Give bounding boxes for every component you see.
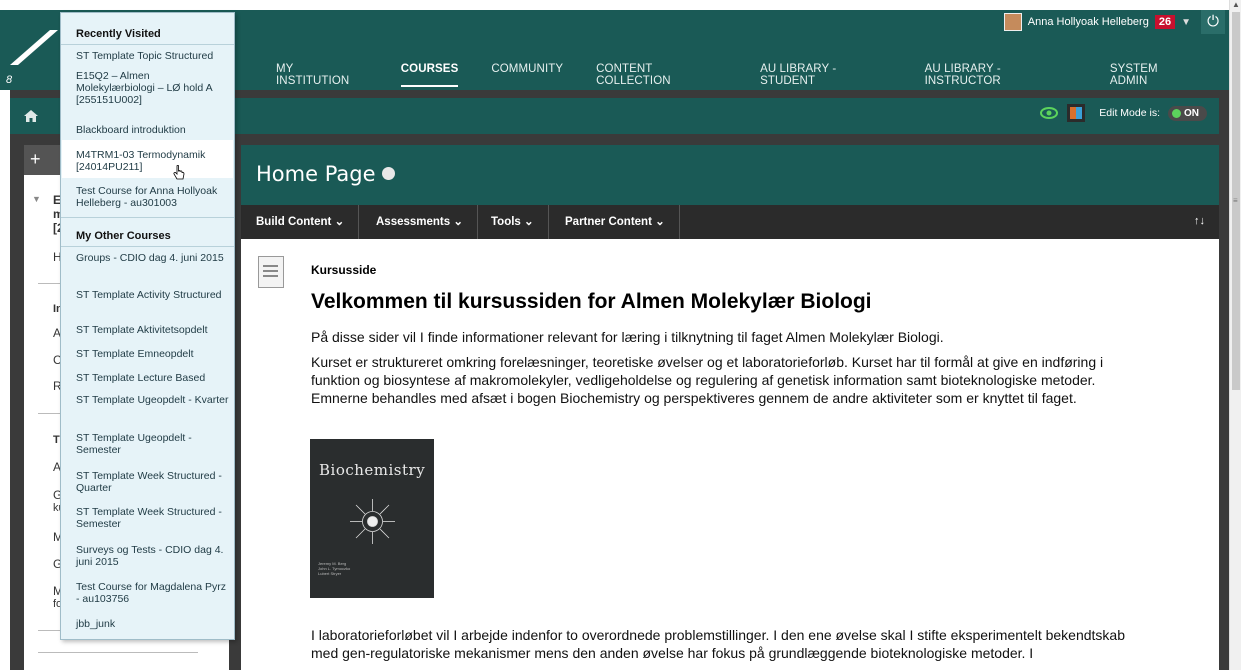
scrollbar-grip-icon: ≡ bbox=[1233, 196, 1238, 205]
dropdown-course-item[interactable]: Groups - CDIO dag 4. juni 2015 bbox=[76, 252, 231, 264]
dropdown-course-item[interactable]: ST Template Emneopdelt bbox=[76, 348, 231, 360]
partner-content-label: Partner Content bbox=[565, 216, 652, 228]
book-author: Lubert Stryer bbox=[318, 571, 342, 576]
chevron-down-icon: ⌄ bbox=[334, 216, 345, 228]
content-area: Kursusside Velkommen til kursussiden for… bbox=[241, 239, 1219, 670]
chevron-down-icon[interactable]: ▼ bbox=[1181, 17, 1191, 28]
logo-mark-icon: 8 bbox=[6, 74, 13, 86]
recently-visited-heading: Recently Visited bbox=[76, 28, 161, 40]
book-cover-image: Biochemistry Jeremy M. Berg John L. Tymo… bbox=[310, 439, 434, 598]
page-options-chevron-icon[interactable] bbox=[381, 166, 395, 180]
edit-mode-toggle[interactable]: ON bbox=[1168, 105, 1207, 121]
dropdown-course-item[interactable]: Blackboard introduktion bbox=[76, 124, 231, 136]
menu-divider bbox=[61, 246, 234, 247]
home-icon[interactable] bbox=[24, 110, 38, 122]
sort-icon[interactable]: ↑↓ bbox=[1194, 215, 1205, 227]
collapse-triangle-icon[interactable]: ▼ bbox=[32, 194, 41, 204]
dropdown-course-item[interactable]: jbb_junk bbox=[76, 618, 231, 630]
lab-paragraph-line: I laboratorieforløbet vil I arbejde inde… bbox=[311, 627, 1125, 643]
nav-tab-content-collection[interactable]: CONTENT COLLECTION bbox=[596, 63, 727, 87]
palette-icon[interactable] bbox=[1067, 104, 1086, 122]
menu-divider bbox=[61, 217, 234, 218]
menu-divider bbox=[38, 652, 198, 653]
content-item-title[interactable]: Kursusside bbox=[311, 263, 376, 277]
dropdown-course-item[interactable]: E15Q2 – Almen Molekylærbiologi – LØ hold… bbox=[76, 70, 231, 106]
course-description-line: Kurset er struktureret omkring forelæsni… bbox=[311, 354, 1104, 370]
assessments-button[interactable]: Assessments ⌄ bbox=[376, 205, 478, 239]
courses-dropdown-menu: Recently Visited ST Template Topic Struc… bbox=[60, 12, 235, 640]
chevron-down-icon: ⌄ bbox=[453, 216, 463, 228]
build-content-label: Build Content bbox=[256, 216, 332, 228]
logout-power-icon[interactable]: ⏻ bbox=[1201, 10, 1225, 34]
course-description-line: Emnerne behandles med afsæt i bogen Bioc… bbox=[311, 390, 1077, 406]
assessments-label: Assessments bbox=[376, 216, 451, 228]
welcome-heading: Velkommen til kursussiden for Almen Mole… bbox=[311, 290, 872, 313]
lab-paragraph-line: med gen-regulatoriske mekanismer mens de… bbox=[311, 645, 1034, 661]
build-content-button[interactable]: Build Content ⌄ bbox=[256, 205, 360, 239]
book-title: Biochemistry bbox=[319, 461, 426, 479]
dropdown-course-item[interactable]: ST Template Week Structured - Quarter bbox=[76, 470, 231, 494]
notification-badge[interactable]: 26 bbox=[1154, 15, 1176, 29]
tools-label: Tools bbox=[491, 216, 521, 228]
tools-button[interactable]: Tools ⌄ bbox=[491, 205, 549, 239]
nav-tab-system-admin[interactable]: SYSTEM ADMIN bbox=[1110, 63, 1196, 87]
nav-tab-au-library-student[interactable]: AU LIBRARY - STUDENT bbox=[760, 63, 892, 87]
dropdown-course-item[interactable]: Surveys og Tests - CDIO dag 4. juni 2015 bbox=[76, 544, 231, 568]
nav-tab-au-library-instructor[interactable]: AU LIBRARY - INSTRUCTOR bbox=[925, 63, 1077, 87]
dropdown-course-item[interactable]: Test Course for Anna Hollyoak Helleberg … bbox=[76, 185, 231, 209]
scroll-up-arrow-icon[interactable]: ▲ bbox=[1232, 0, 1240, 9]
student-preview-eye-icon[interactable] bbox=[1039, 105, 1059, 121]
user-name-link[interactable]: Anna Hollyoak Helleberg bbox=[1028, 16, 1149, 28]
content-header: Home Page bbox=[241, 145, 1219, 205]
edit-mode-label: Edit Mode is: bbox=[1099, 107, 1160, 119]
menu-divider bbox=[38, 413, 60, 414]
partner-content-button[interactable]: Partner Content ⌄ bbox=[565, 205, 680, 239]
breadcrumb-tools: Edit Mode is: ON bbox=[1039, 104, 1207, 122]
dropdown-course-item[interactable]: ST Template Aktivitetsopdelt bbox=[76, 324, 231, 336]
chevron-down-icon: ⌄ bbox=[655, 216, 665, 228]
dropdown-course-item[interactable]: ST Template Activity Structured bbox=[76, 289, 231, 301]
add-menu-item-plus-icon[interactable]: + bbox=[30, 149, 41, 170]
user-area: Anna Hollyoak Helleberg 26 ▼ ⏻ bbox=[1003, 10, 1229, 34]
dropdown-course-item[interactable]: ST Template Ugeopdelt - Kvarter bbox=[76, 394, 231, 406]
page-title-text: Home Page bbox=[256, 162, 376, 186]
window-top-strip bbox=[0, 0, 1241, 10]
page-title: Home Page bbox=[256, 162, 395, 186]
dropdown-course-item[interactable]: ST Template Lecture Based bbox=[76, 372, 231, 384]
action-bar: Build Content ⌄ Assessments ⌄ Tools ⌄ Pa… bbox=[241, 205, 1219, 239]
my-other-courses-heading: My Other Courses bbox=[76, 230, 171, 242]
nav-tab-my-institution[interactable]: MY INSTITUTION bbox=[276, 63, 368, 87]
chevron-down-icon: ⌄ bbox=[524, 216, 534, 228]
dropdown-course-item[interactable]: ST Template Topic Structured bbox=[76, 50, 231, 62]
intro-paragraph: På disse sider vil I finde informationer… bbox=[311, 329, 944, 345]
nav-tab-courses[interactable]: COURSES bbox=[400, 63, 459, 87]
hand-cursor-icon bbox=[173, 165, 185, 180]
toggle-dot-icon bbox=[1172, 108, 1181, 118]
edit-mode-value: ON bbox=[1184, 107, 1199, 119]
dropdown-course-item[interactable]: ST Template Ugeopdelt - Semester bbox=[76, 432, 231, 456]
molecule-illustration-icon bbox=[350, 499, 395, 544]
book-authors: Jeremy M. Berg John L. Tymoczko Lubert S… bbox=[318, 561, 350, 576]
course-menu-fragment: T bbox=[53, 434, 60, 446]
nav-tab-community[interactable]: COMMUNITY bbox=[491, 63, 563, 87]
menu-divider bbox=[38, 630, 60, 631]
course-description-line: funktion og biosyntese af makromolekyler… bbox=[311, 372, 1096, 388]
dropdown-course-item[interactable]: Test Course for Magdalena Pyrz - au10375… bbox=[76, 581, 231, 605]
dropdown-course-item-hovered[interactable]: M4TRM1-03 Termodynamik [24014PU211] bbox=[76, 149, 231, 173]
dropdown-course-item[interactable]: ST Template Week Structured - Semester bbox=[76, 506, 231, 530]
page-scrollbar[interactable]: ▲ ≡ bbox=[1229, 0, 1241, 670]
avatar[interactable] bbox=[1003, 13, 1022, 31]
menu-divider bbox=[61, 44, 234, 45]
menu-divider bbox=[38, 283, 60, 284]
main-nav: MY INSTITUTION COURSES COMMUNITY CONTENT… bbox=[276, 63, 1229, 87]
document-icon bbox=[258, 256, 284, 288]
